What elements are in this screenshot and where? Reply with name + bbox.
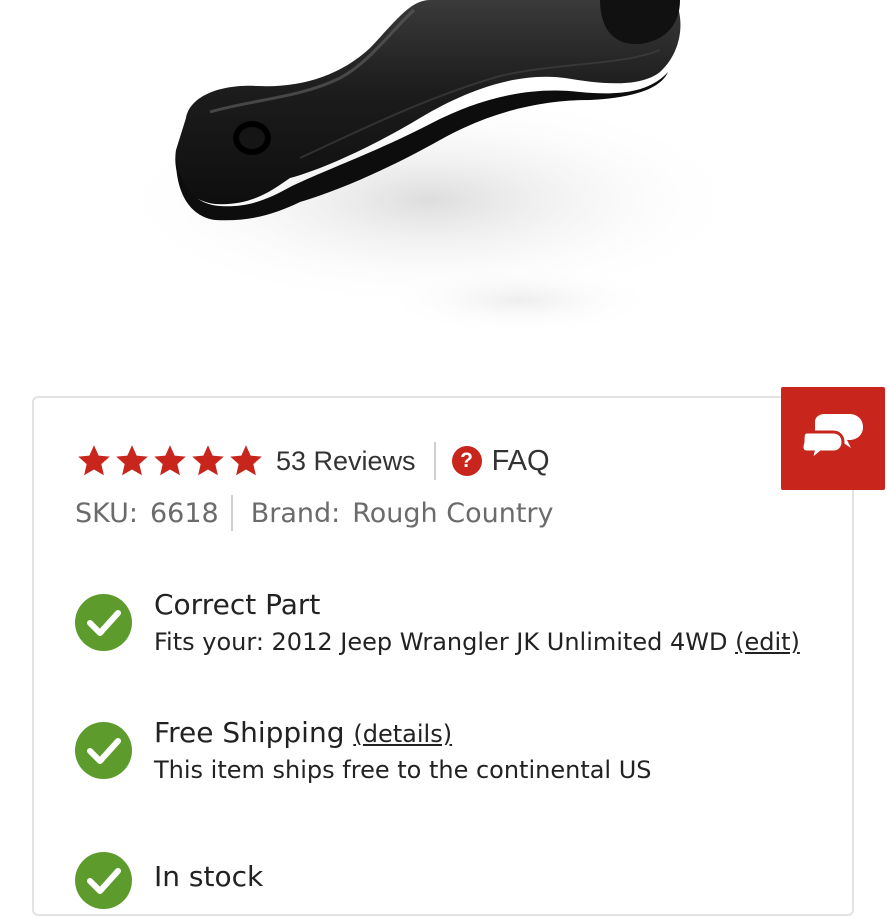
rating-row: 53 Reviews ? FAQ [76,440,550,482]
brand-value: Rough Country [352,497,554,529]
product-image [110,0,750,335]
free-shipping-title: Free Shipping [154,716,345,749]
divider [433,442,436,480]
checkmark-icon [75,594,132,651]
star-rating[interactable] [76,443,264,479]
checkmark-icon [75,722,132,779]
brand-label: Brand: [250,497,341,529]
feature-title: Free Shipping (details) [154,716,452,749]
feature-title: Correct Part [154,588,321,621]
faq-link[interactable]: FAQ [492,445,550,478]
question-circle-icon[interactable]: ? [451,446,482,476]
checkmark-icon [75,852,132,909]
sku-label: SKU: [75,497,138,529]
edit-vehicle-link[interactable]: (edit) [735,628,800,656]
sku-value: 6618 [149,497,219,529]
chat-bubbles-icon [803,413,863,464]
shipping-details-link[interactable]: (details) [353,720,452,748]
fitment-text: Fits your: 2012 Jeep Wrangler JK Unlimit… [154,628,728,656]
star-icon [78,445,110,476]
star-icon [154,445,186,476]
star-icon [192,445,224,476]
star-icon [116,445,148,476]
feature-description: Fits your: 2012 Jeep Wrangler JK Unlimit… [154,628,800,656]
chat-button[interactable] [781,387,885,490]
divider [230,495,233,531]
feature-title: In stock [154,860,264,893]
sku-brand-row: SKU: 6618 Brand: Rough Country [75,493,554,533]
feature-description: This item ships free to the continental … [154,756,652,784]
star-icon [230,445,262,476]
reviews-link[interactable]: 53 Reviews [276,446,416,477]
